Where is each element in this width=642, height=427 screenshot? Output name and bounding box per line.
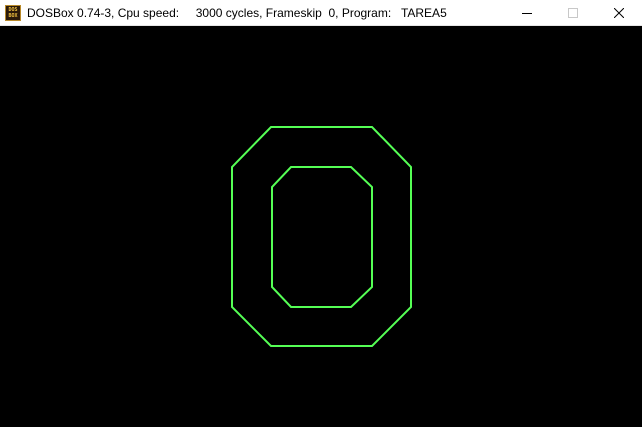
minimize-icon <box>522 12 532 14</box>
close-button[interactable] <box>596 0 642 26</box>
close-icon <box>614 7 624 18</box>
maximize-button[interactable] <box>550 0 596 26</box>
minimize-button[interactable] <box>504 0 550 26</box>
graphics-canvas <box>231 126 412 347</box>
dosbox-icon[interactable]: DOS BOX <box>5 4 21 21</box>
outer-octagon <box>231 126 412 347</box>
window-title: DOSBox 0.74-3, Cpu speed: 3000 cycles, F… <box>27 5 447 20</box>
dos-screen[interactable] <box>0 26 642 427</box>
dosbox-icon-text-bottom: BOX <box>8 12 18 19</box>
title-bar[interactable]: DOS BOX DOSBox 0.74-3, Cpu speed: 3000 c… <box>0 0 642 26</box>
inner-octagon <box>271 166 373 308</box>
maximize-icon <box>568 7 578 18</box>
dosbox-window: DOS BOX DOSBox 0.74-3, Cpu speed: 3000 c… <box>0 0 642 427</box>
caption-buttons <box>504 0 642 26</box>
